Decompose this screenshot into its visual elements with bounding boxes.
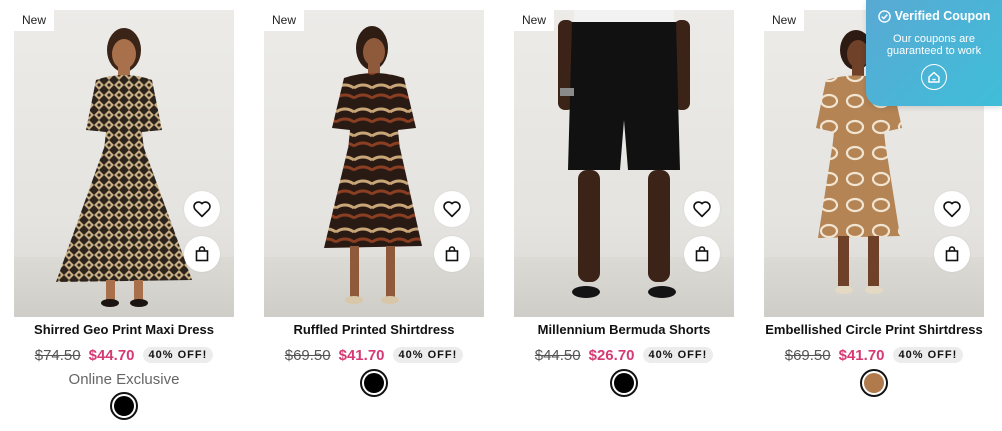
- product-name[interactable]: Ruffled Printed Shirtdress: [264, 322, 484, 337]
- check-circle-icon: [877, 9, 891, 23]
- price-row: $69.50 $41.70 40% OFF!: [264, 345, 484, 365]
- original-price: $69.50: [784, 346, 831, 364]
- product-image[interactable]: New: [264, 10, 484, 317]
- heart-icon: [943, 201, 961, 218]
- product-image[interactable]: New: [514, 10, 734, 317]
- original-price: $74.50: [34, 346, 81, 364]
- sale-price: $41.70: [338, 346, 385, 364]
- home-logo-icon[interactable]: [921, 64, 947, 90]
- coupon-header: Verified Coupon: [866, 9, 1002, 23]
- swatch-row: [264, 369, 484, 397]
- sale-price: $41.70: [838, 346, 885, 364]
- product-name[interactable]: Millennium Bermuda Shorts: [514, 322, 734, 337]
- heart-icon: [693, 201, 711, 218]
- product-card[interactable]: New Shirred Geo Print Maxi Dress $74.50 …: [14, 10, 234, 420]
- add-to-bag-button[interactable]: [184, 236, 220, 272]
- original-price: $69.50: [284, 346, 331, 364]
- product-name[interactable]: Shirred Geo Print Maxi Dress: [14, 322, 234, 337]
- new-badge: New: [14, 10, 55, 31]
- add-to-bag-button[interactable]: [434, 236, 470, 272]
- price-row: $44.50 $26.70 40% OFF!: [514, 345, 734, 365]
- color-swatch-black[interactable]: [360, 369, 388, 397]
- online-exclusive-label: Online Exclusive: [68, 371, 180, 388]
- discount-badge: 40% OFF!: [142, 347, 214, 363]
- coupon-message-line1: Our coupons are: [893, 33, 975, 45]
- price-row: $69.50 $41.70 40% OFF!: [764, 345, 984, 365]
- heart-icon: [193, 201, 211, 218]
- coupon-title: Verified Coupon: [894, 9, 991, 23]
- discount-badge: 40% OFF!: [642, 347, 714, 363]
- sale-price: $26.70: [588, 346, 635, 364]
- product-name[interactable]: Embellished Circle Print Shirtdress: [764, 322, 984, 337]
- swatch-row: [14, 392, 234, 420]
- swatch-row: [764, 369, 984, 397]
- shopping-bag-icon: [195, 246, 209, 262]
- add-to-bag-button[interactable]: [934, 236, 970, 272]
- price-row: $74.50 $44.70 40% OFF!: [14, 345, 234, 365]
- new-badge: New: [764, 10, 805, 31]
- original-price: $44.50: [534, 346, 581, 364]
- wishlist-button[interactable]: [934, 191, 970, 227]
- product-card[interactable]: New Millennium Bermuda Shorts $44.50 $26…: [514, 10, 734, 397]
- discount-badge: 40% OFF!: [392, 347, 464, 363]
- verified-coupon-popup[interactable]: Verified Coupon Our coupons are guarante…: [866, 0, 1002, 106]
- wishlist-button[interactable]: [184, 191, 220, 227]
- product-grid: New Shirred Geo Print Maxi Dress $74.50 …: [0, 0, 1002, 431]
- shopping-bag-icon: [695, 246, 709, 262]
- shopping-bag-icon: [445, 246, 459, 262]
- new-badge: New: [514, 10, 555, 31]
- discount-badge: 40% OFF!: [892, 347, 964, 363]
- product-card[interactable]: New Ruffled Printed Shirtdress $69.50 $4…: [264, 10, 484, 397]
- wishlist-button[interactable]: [434, 191, 470, 227]
- coupon-message: Our coupons are guaranteed to work: [866, 33, 1002, 57]
- product-image[interactable]: New: [14, 10, 234, 317]
- wishlist-button[interactable]: [684, 191, 720, 227]
- color-swatch-tan[interactable]: [860, 369, 888, 397]
- shopping-bag-icon: [945, 246, 959, 262]
- coupon-message-line2: guaranteed to work: [886, 45, 982, 57]
- new-badge: New: [264, 10, 305, 31]
- color-swatch-black[interactable]: [110, 392, 138, 420]
- swatch-row: [514, 369, 734, 397]
- sale-price: $44.70: [88, 346, 135, 364]
- add-to-bag-button[interactable]: [684, 236, 720, 272]
- color-swatch-black[interactable]: [610, 369, 638, 397]
- heart-icon: [443, 201, 461, 218]
